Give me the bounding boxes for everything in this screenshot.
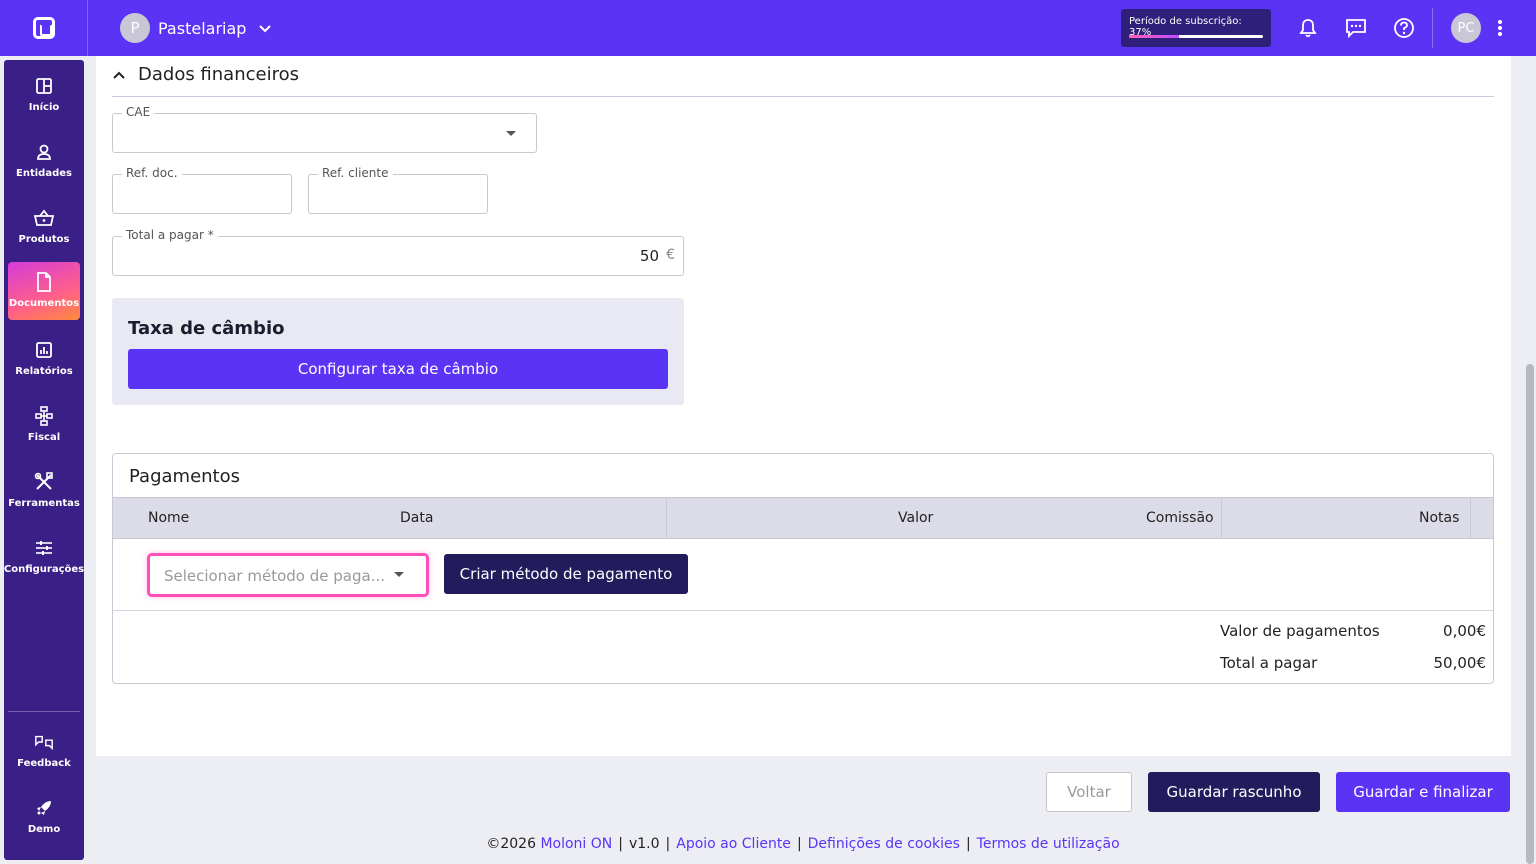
footer-support-link[interactable]: Apoio ao Cliente: [676, 836, 791, 852]
section-divider: [112, 96, 1494, 97]
sidebar-item-label: Início: [28, 102, 60, 113]
footer: ©2026 Moloni ON | v1.0 | Apoio ao Cliente | De…: [486, 836, 1120, 852]
ref-client-field[interactable]: Ref. cliente: [308, 166, 488, 214]
sidebar-item-relatorios[interactable]: Relatórios: [8, 330, 80, 388]
dashboard-icon: [34, 76, 54, 96]
column-header-name: Nome: [148, 510, 190, 526]
column-header-notes: Notas: [1419, 510, 1460, 526]
chat-icon[interactable]: [1344, 16, 1368, 40]
sidebar-item-label: Produtos: [18, 234, 70, 245]
sidebar-item-label: Demo: [27, 824, 61, 835]
subscription-period[interactable]: Período de subscrição: 37%: [1121, 9, 1271, 47]
sidebar-item-label: Feedback: [17, 758, 71, 769]
payments-table-header: Nome Data Valor Comissão Notas: [113, 497, 1493, 539]
user-icon: [34, 142, 54, 162]
sidebar-item-produtos[interactable]: Produtos: [8, 198, 80, 256]
sidebar-item-entidades[interactable]: Entidades: [8, 132, 80, 190]
payments-title: Pagamentos: [129, 466, 240, 487]
total-to-pay-label: Total a pagar *: [122, 228, 218, 242]
caret-down-icon: [394, 572, 404, 577]
total-to-pay-value: 50: [639, 247, 659, 265]
chevron-up-icon: [113, 71, 125, 79]
footer-cookies-link[interactable]: Definições de cookies: [808, 836, 960, 852]
footer-terms-link[interactable]: Termos de utilização: [977, 836, 1120, 852]
logo-icon: [32, 17, 55, 39]
column-header-commission: Comissão: [1146, 510, 1214, 526]
sidebar-item-configuracoes[interactable]: Configurações: [4, 528, 84, 586]
company-avatar: P: [120, 13, 150, 43]
hierarchy-icon: [34, 406, 54, 426]
help-icon[interactable]: [1392, 16, 1416, 40]
company-selector[interactable]: P Pastelariap: [120, 13, 272, 43]
section-header-financial[interactable]: Dados financeiros: [112, 64, 299, 85]
footer-copyright: ©2026: [486, 836, 536, 852]
sidebar-item-label: Entidades: [16, 168, 72, 179]
ref-doc-label: Ref. doc.: [122, 166, 182, 180]
document-form-card: Dados financeiros CAE Ref. doc. Ref. cli…: [96, 56, 1511, 756]
sidebar-item-label: Ferramentas: [8, 498, 80, 509]
cae-label: CAE: [122, 105, 155, 119]
create-payment-method-button[interactable]: Criar método de pagamento: [444, 554, 688, 594]
payments-value-label: Valor de pagamentos: [1220, 622, 1380, 640]
ref-client-label: Ref. cliente: [318, 166, 393, 180]
exchange-rate-panel: Taxa de câmbio Configurar taxa de câmbio: [112, 298, 684, 405]
document-icon: [34, 272, 54, 292]
user-avatar[interactable]: PC: [1451, 13, 1481, 43]
top-bar: P Pastelariap Período de subscrição: 37%…: [0, 0, 1536, 56]
caret-down-icon: [506, 131, 516, 136]
total-to-pay-summary-amount: 50,00€: [1433, 654, 1487, 672]
sidebar-item-label: Relatórios: [15, 366, 73, 377]
ref-doc-field[interactable]: Ref. doc.: [112, 166, 292, 214]
sidebar-divider: [8, 711, 80, 712]
section-title: Dados financeiros: [138, 64, 299, 85]
column-divider: [1470, 498, 1471, 538]
sidebar-item-label: Configurações: [3, 564, 85, 575]
sidebar-item-inicio[interactable]: Início: [8, 66, 80, 124]
column-header-date: Data: [400, 510, 434, 526]
sidebar-item-ferramentas[interactable]: Ferramentas: [8, 462, 80, 520]
column-divider: [1221, 498, 1222, 538]
save-draft-button[interactable]: Guardar rascunho: [1148, 772, 1320, 812]
report-icon: [34, 340, 54, 360]
sidebar-item-feedback[interactable]: Feedback: [8, 722, 80, 780]
chevron-down-icon: [259, 25, 272, 33]
payments-panel: Pagamentos Nome Data Valor Comissão Nota…: [112, 453, 1494, 684]
feedback-icon: [34, 732, 54, 752]
tools-icon: [34, 472, 54, 492]
currency-suffix: €: [666, 247, 675, 263]
total-to-pay-field[interactable]: Total a pagar * 50 €: [112, 228, 684, 276]
subscription-progress-fill: [1129, 35, 1179, 38]
page-scrollbar[interactable]: [1526, 364, 1534, 864]
sliders-icon: [34, 538, 54, 558]
exchange-rate-title: Taxa de câmbio: [128, 318, 285, 339]
back-button[interactable]: Voltar: [1046, 772, 1132, 812]
app-logo[interactable]: [0, 0, 88, 56]
column-divider: [666, 498, 667, 538]
sidebar-item-label: Fiscal: [27, 432, 61, 443]
company-name: Pastelariap: [158, 18, 247, 38]
cae-select[interactable]: CAE: [112, 105, 537, 153]
topbar-divider: [1432, 8, 1433, 48]
save-finalize-button[interactable]: Guardar e finalizar: [1336, 772, 1510, 812]
payments-value-amount: 0,00€: [1443, 622, 1486, 640]
footer-version: v1.0: [628, 836, 660, 852]
total-to-pay-summary-label: Total a pagar: [1220, 654, 1318, 672]
payment-method-placeholder: Selecionar método de paga...: [164, 567, 385, 585]
configure-exchange-rate-button[interactable]: Configurar taxa de câmbio: [128, 349, 668, 389]
sidebar-item-label: Documentos: [8, 298, 80, 309]
subscription-progress-bar: [1129, 35, 1263, 38]
bell-icon[interactable]: [1296, 16, 1320, 40]
more-vertical-icon[interactable]: [1488, 16, 1512, 40]
payment-method-select[interactable]: Selecionar método de paga...: [147, 553, 429, 597]
footer-brand-link[interactable]: Moloni ON: [540, 836, 612, 852]
sidebar-item-documentos[interactable]: Documentos: [8, 262, 80, 320]
rocket-icon: [34, 798, 54, 818]
sidebar-item-fiscal[interactable]: Fiscal: [8, 396, 80, 454]
payments-divider: [113, 610, 1493, 611]
sidebar: Início Entidades Produtos Documentos Rel…: [4, 60, 84, 860]
basket-icon: [34, 208, 54, 228]
column-header-value: Valor: [898, 510, 934, 526]
